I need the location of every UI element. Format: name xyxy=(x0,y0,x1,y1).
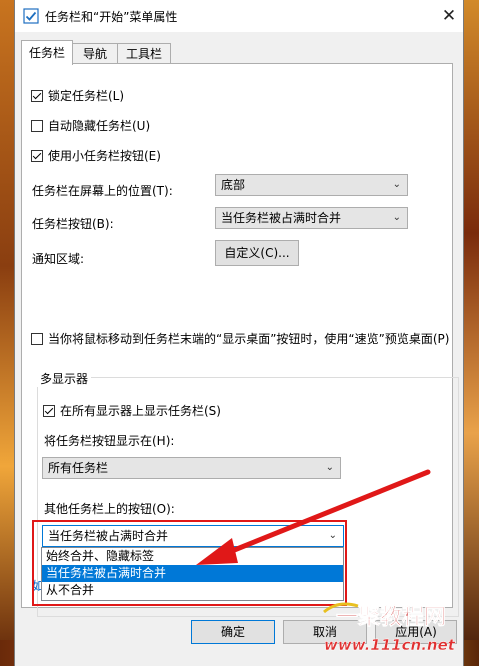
show-all-displays-option[interactable]: 在所有显示器上显示任务栏(S) xyxy=(43,402,221,419)
tab-taskbar[interactable]: 任务栏 xyxy=(21,40,73,65)
chevron-down-icon: ⌄ xyxy=(325,462,334,473)
window-title: 任务栏和“开始”菜单属性 xyxy=(45,10,178,24)
tab-toolbars[interactable]: 工具栏 xyxy=(117,43,171,64)
buttons-mode-label: 任务栏按钮(B): xyxy=(32,217,114,231)
properties-dialog: 任务栏和“开始”菜单属性 ✕ 任务栏 导航 工具栏 锁定任务栏(L) 自动隐藏任… xyxy=(14,0,464,666)
show-buttons-on-select[interactable]: 所有任务栏 ⌄ xyxy=(42,457,341,479)
lock-taskbar-label: 锁定任务栏(L) xyxy=(48,89,125,103)
peek-checkbox[interactable] xyxy=(31,332,43,345)
tab-navigation[interactable]: 导航 xyxy=(71,43,119,64)
position-label: 任务栏在屏幕上的位置(T): xyxy=(32,184,173,198)
watermark: 一聚教程网 www.111cn.net xyxy=(318,598,478,658)
position-value: 底部 xyxy=(221,178,246,192)
title-bar: 任务栏和“开始”菜单属性 ✕ xyxy=(15,0,463,32)
annotation-highlight-box xyxy=(32,520,347,606)
chevron-down-icon: ⌄ xyxy=(392,179,401,190)
chevron-down-icon: ⌄ xyxy=(392,212,401,223)
close-button[interactable]: ✕ xyxy=(437,4,461,28)
show-buttons-on-label: 将任务栏按钮显示在(H): xyxy=(44,434,175,448)
multi-display-title: 多显示器 xyxy=(37,370,92,387)
watermark-logo: 一聚教程网 www.111cn.net xyxy=(323,602,456,654)
lock-taskbar-checkbox[interactable] xyxy=(31,89,43,102)
notify-area-label: 通知区域: xyxy=(32,252,85,266)
watermark-brand: 一聚教程网 xyxy=(336,604,446,630)
auto-hide-label: 自动隐藏任务栏(U) xyxy=(48,119,151,133)
buttons-mode-value: 当任务栏被占满时合并 xyxy=(221,211,342,225)
other-buttons-label: 其他任务栏上的按钮(O): xyxy=(44,502,175,516)
small-buttons-checkbox[interactable] xyxy=(31,149,43,162)
position-select[interactable]: 底部 ⌄ xyxy=(215,174,408,196)
peek-label: 当你将鼠标移动到任务栏末端的“显示桌面”按钮时，使用“速览”预览桌面(P) xyxy=(48,332,450,346)
show-all-displays-checkbox[interactable] xyxy=(43,404,55,417)
customize-button[interactable]: 自定义(C)... xyxy=(215,240,299,266)
background-right xyxy=(464,0,479,666)
small-buttons-option[interactable]: 使用小任务栏按钮(E) xyxy=(31,147,161,164)
background-left xyxy=(0,0,14,666)
show-all-displays-label: 在所有显示器上显示任务栏(S) xyxy=(60,404,221,418)
ok-button[interactable]: 确定 xyxy=(191,620,275,644)
lock-taskbar-option[interactable]: 锁定任务栏(L) xyxy=(31,87,124,104)
auto-hide-option[interactable]: 自动隐藏任务栏(U) xyxy=(31,117,150,134)
buttons-mode-select[interactable]: 当任务栏被占满时合并 ⌄ xyxy=(215,207,408,229)
watermark-url: www.111cn.net xyxy=(324,636,456,654)
show-buttons-on-value: 所有任务栏 xyxy=(48,461,109,475)
peek-option[interactable]: 当你将鼠标移动到任务栏末端的“显示桌面”按钮时，使用“速览”预览桌面(P) xyxy=(31,330,449,347)
auto-hide-checkbox[interactable] xyxy=(31,119,43,132)
taskbar-properties-icon xyxy=(23,8,39,24)
small-buttons-label: 使用小任务栏按钮(E) xyxy=(48,149,161,163)
